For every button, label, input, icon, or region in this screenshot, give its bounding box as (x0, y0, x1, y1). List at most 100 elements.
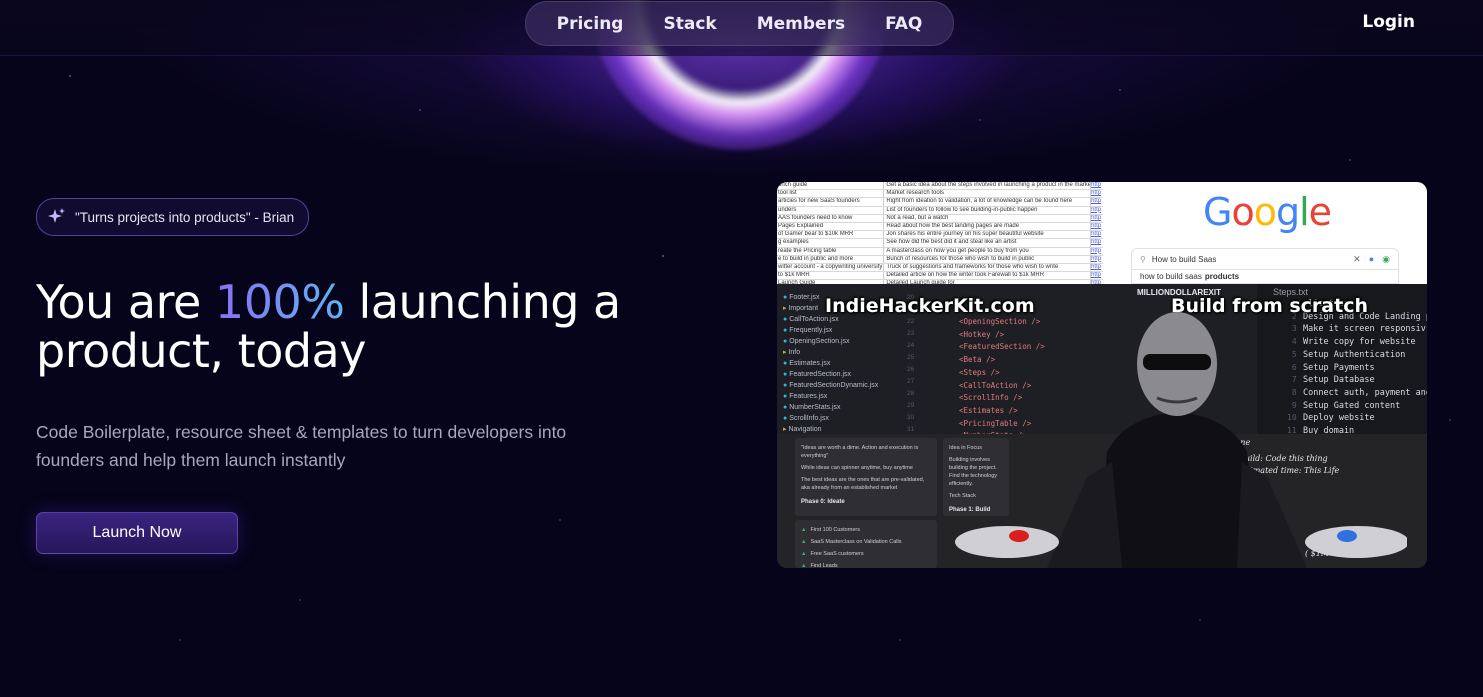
triangle-icon: ▲ (801, 563, 807, 568)
title-prefix: You are (36, 275, 215, 329)
google-search-box: ⚲ How to build Saas ✕ ● ◉ (1131, 248, 1399, 270)
sheet-cell-link: http (1091, 206, 1102, 213)
nav-link-pricing[interactable]: Pricing (557, 14, 624, 34)
sheet-cell-desc: List of founders to follow to see buildi… (884, 206, 1092, 214)
search-icon: ⚲ (1140, 254, 1146, 264)
sheet-row: to $1k MRR Detailed article on how the wr… (777, 272, 1103, 281)
matrix-figure-illustration (955, 312, 1407, 568)
title-accent: 100% (214, 275, 345, 329)
lens-icon: ◉ (1382, 253, 1390, 264)
file-tree-item: Info (783, 347, 878, 358)
sheet-row: e to build in public and more Bunch of re… (777, 255, 1103, 264)
file-tree-item: NumberStats.jsx (783, 402, 878, 413)
notion-quote: "Ideas are worth a dime. Action and exec… (801, 445, 919, 459)
sheet-cell-title: tool list (777, 190, 885, 198)
sheet-row: of Gamer bear to $10k MRR Jon shares his … (777, 231, 1103, 240)
triangle-icon: ▲ (801, 551, 807, 557)
mic-icon: ● (1368, 253, 1375, 264)
checklist-text: First 100 Customers (810, 527, 860, 533)
sheet-cell-link: http (1091, 239, 1102, 246)
phase-0-label: Phase 0: Ideate (801, 499, 845, 505)
triangle-icon: ▲ (801, 539, 807, 545)
sheet-cell-link: http (1091, 263, 1102, 270)
ideate-card: "Ideas are worth a dime. Action and exec… (795, 438, 937, 516)
sheet-cell-title: articles for new SaaS founders (777, 198, 885, 206)
nav-link-stack[interactable]: Stack (663, 14, 716, 34)
file-tree-item: OpeningSection.jsx (783, 336, 878, 347)
checklist-card: ▲ First 100 Customers ▲ SaaS Masterclass on… (795, 520, 937, 568)
login-link[interactable]: Login (1362, 12, 1415, 32)
sheet-cell-desc: Right from ideation to validation, a lot… (884, 198, 1092, 206)
title-suffix: launching a (344, 275, 622, 329)
sheet-cell-link: http (1091, 247, 1102, 254)
sheet-row: reate the Pricing table A masterclass on … (777, 247, 1103, 256)
sheet-cell-title: g examples (777, 239, 885, 247)
launch-now-button[interactable]: Launch Now (36, 512, 238, 554)
search-tools: ✕ ● ◉ (1353, 254, 1398, 265)
sheet-cell-title: unders (777, 206, 885, 214)
sheet-cell-desc: Not a read, but a watch (884, 214, 1092, 222)
sheet-row: witter account - a copywriting universit… (777, 263, 1103, 273)
sheet-cell-desc: Bunch of resources for those who wish to… (884, 255, 1092, 263)
site-header: Pricing Stack Members FAQ Login (0, 0, 1483, 56)
sheet-cell-link: http (1091, 255, 1102, 262)
sheet-cell-link: http (1091, 190, 1102, 197)
sheet-row: unders List of founders to follow to see … (777, 206, 1103, 215)
google-search-panel: Google ⚲ How to build Saas ✕ ● ◉ how to … (1103, 182, 1427, 284)
checklist-item: ▲ Free SaaS customers (801, 550, 931, 558)
suggestion-bold: products (1204, 272, 1240, 281)
sheet-cell-link: http (1091, 182, 1102, 188)
sheet-cell-desc: Detailed article on how the writer took … (884, 272, 1092, 280)
resource-spreadsheet: unch guide Get a basic idea about the ste… (777, 182, 1103, 289)
sheet-cell-desc: Jon shares his entire journey on his sup… (884, 231, 1092, 239)
checklist-text: Find Leads (810, 563, 838, 568)
file-tree-item: Frequently.jsx (783, 325, 878, 336)
sheet-cell-desc: Get a basic idea about the steps involve… (886, 182, 1092, 190)
hero-subtitle: Code Boilerplate, resource sheet & templ… (36, 422, 567, 470)
checklist-item: ▲ SaaS Masterclass on Validation Calls (801, 538, 931, 546)
sheet-cell-title: reate the Pricing table (777, 247, 885, 255)
clear-icon: ✕ (1353, 253, 1361, 264)
google-logo: Google (1203, 190, 1332, 234)
sheet-row: AAS founders need to know Not a read, but… (777, 214, 1103, 223)
file-tree-item: ScrollInfo.jsx (783, 413, 878, 424)
file-tree-item: FeaturedSectionDynamic.jsx (783, 380, 878, 391)
google-query: How to build Saas (1151, 254, 1217, 264)
sheet-cell-title: unch guide (777, 182, 885, 190)
sheet-cell-link: http (1091, 222, 1102, 229)
sheet-cell-title: of Gamer bear to $10k MRR (777, 231, 885, 239)
product-collage-image: unch guide Get a basic idea about the ste… (777, 182, 1427, 568)
sheet-cell-title: Pages Explained (777, 222, 885, 231)
sheet-cell-link: http (1091, 231, 1102, 238)
checklist-text: SaaS Masterclass on Validation Calls (810, 539, 902, 545)
sheet-cell-link: http (1091, 214, 1102, 221)
testimonial-badge: "Turns projects into products" - Brian (36, 198, 310, 236)
triangle-icon: ▲ (801, 527, 807, 533)
sheet-cell-desc: Market research tools (884, 190, 1092, 198)
nav-link-faq[interactable]: FAQ (885, 14, 922, 34)
testimonial-text: "Turns projects into products" - Brian (75, 209, 295, 225)
google-suggestion: how to build saas products (1131, 270, 1399, 284)
sheet-row: Pages Explained Read about how the best l… (777, 222, 1103, 232)
sheet-cell-desc: A masterclass on how you get people to b… (884, 247, 1092, 255)
checklist-item: ▲ First 100 Customers (801, 526, 931, 534)
title-line-2: product, today (36, 324, 366, 378)
main-nav: Pricing Stack Members FAQ (525, 1, 954, 46)
checklist-item: ▲ Find Leads (801, 562, 931, 568)
sparkle-icon (48, 208, 65, 223)
sheet-cell-title: e to build in public and more (777, 255, 885, 263)
sheet-cell-title: AAS founders need to know (777, 214, 885, 222)
nav-link-members[interactable]: Members (757, 14, 845, 34)
checklist-text: Free SaaS customers (810, 551, 864, 557)
sheet-cell-link: http (1091, 198, 1102, 205)
file-tree-item: Estimates.jsx (783, 358, 878, 369)
sheet-row: g examples See how did the best did it an… (777, 239, 1103, 248)
sheet-cell-title: witter account - a copywriting universit… (778, 263, 885, 272)
sheet-row: unch guide Get a basic idea about the ste… (777, 182, 1103, 191)
notion-line-2: The best ideas are the ones that are pre… (801, 477, 925, 491)
sheet-cell-desc: Read about how the best landing pages ar… (884, 222, 1092, 231)
suggestion-prefix: how to build saas (1140, 272, 1202, 281)
sheet-cell-desc: Truck of suggestions and frameworks for … (884, 263, 1092, 272)
sheet-cell-link: http (1091, 272, 1102, 279)
sheet-cell-title: to $1k MRR (777, 272, 885, 280)
